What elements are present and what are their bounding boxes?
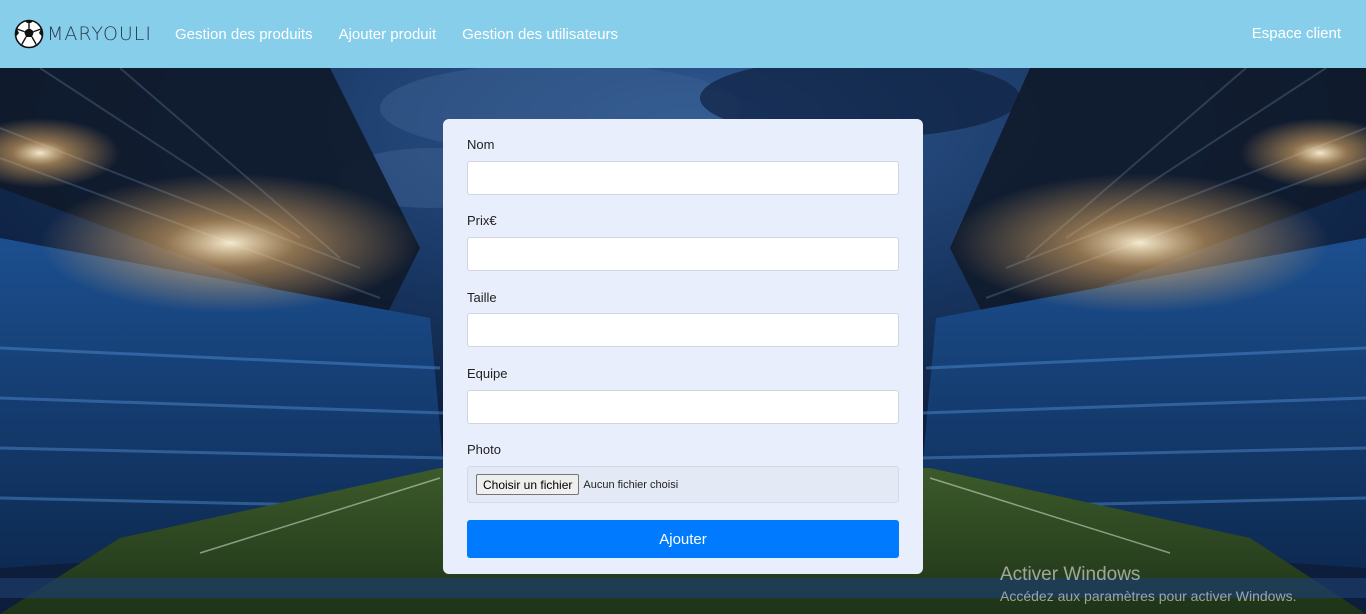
equipe-label: Equipe [467, 366, 508, 381]
choose-file-button[interactable]: Choisir un fichier [476, 474, 580, 495]
nom-input[interactable] [467, 161, 899, 195]
ajouter-button[interactable]: Ajouter [467, 520, 899, 558]
photo-label: Photo [467, 442, 501, 457]
taille-label: Taille [467, 290, 497, 305]
top-navbar: MARYOULI Gestion des produits Ajouter pr… [0, 0, 1366, 68]
soccer-ball-icon [14, 19, 44, 49]
file-status-text: Aucun fichier choisi [583, 478, 679, 491]
prix-label: Prix€ [467, 213, 497, 228]
nav-link-gestion-utilisateurs[interactable]: Gestion des utilisateurs [462, 26, 618, 43]
windows-watermark-subtitle: Accédez aux paramètres pour activer Wind… [1000, 588, 1297, 604]
photo-file-input[interactable]: Choisir un fichier Aucun fichier choisi [467, 466, 899, 503]
nav-link-espace-client[interactable]: Espace client [1252, 25, 1341, 42]
nom-label: Nom [467, 137, 495, 152]
equipe-input[interactable] [467, 390, 899, 424]
taille-input[interactable] [467, 313, 899, 347]
brand-name: MARYOULI [47, 23, 152, 45]
add-product-form: Nom Prix€ Taille Equipe Photo Choisir un… [443, 119, 923, 574]
nav-link-ajouter-produit[interactable]: Ajouter produit [339, 26, 437, 43]
windows-watermark-title: Activer Windows [1000, 564, 1141, 585]
nav-link-gestion-produits[interactable]: Gestion des produits [175, 26, 313, 43]
brand-logo[interactable]: MARYOULI [14, 19, 154, 49]
prix-input[interactable] [467, 237, 899, 271]
